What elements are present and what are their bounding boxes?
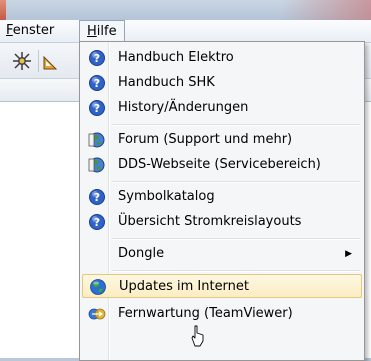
- menu-item-fernwartung[interactable]: Fernwartung (TeamViewer): [82, 302, 362, 326]
- menu-hilfe-accel: H: [87, 24, 97, 39]
- hilfe-dropdown-menu: ? Handbuch Elektro ? Handbuch SHK ? Hist…: [79, 41, 365, 361]
- menu-item-label: DDS-Webseite (Servicebereich): [118, 157, 321, 172]
- menu-item-label: History/Änderungen: [118, 100, 249, 115]
- menu-item-dongle[interactable]: Dongle ▶: [82, 242, 362, 266]
- toolbar-separator: [38, 50, 39, 72]
- globe-web-icon: [88, 132, 105, 148]
- menu-item-history[interactable]: ? History/Änderungen: [82, 96, 362, 120]
- mouse-pointer-icon: [191, 325, 204, 347]
- menu-bar: Fenster Hilfe: [0, 20, 371, 43]
- help-icon: ?: [89, 50, 105, 66]
- menu-separator: [112, 238, 360, 240]
- menu-item-handbuch-shk[interactable]: ? Handbuch SHK: [82, 71, 362, 95]
- menu-item-label: Übersicht Stromkreislayouts: [118, 214, 302, 229]
- help-icon: ?: [89, 189, 105, 205]
- menu-separator: [112, 181, 360, 183]
- window-frame-glow: [281, 0, 371, 20]
- menu-item-dds-webseite[interactable]: DDS-Webseite (Servicebereich): [82, 153, 362, 177]
- menu-item-label: Dongle: [118, 246, 165, 261]
- menu-item-symbolkatalog[interactable]: ? Symbolkatalog: [82, 185, 362, 209]
- svg-text:?: ?: [94, 216, 100, 229]
- menu-item-label: Forum (Support und mehr): [118, 132, 293, 147]
- help-icon: ?: [89, 75, 105, 91]
- menu-fenster-label: enster: [12, 23, 55, 38]
- window-frame: [0, 0, 371, 20]
- globe-web-icon: [88, 157, 105, 173]
- menu-separator: [112, 270, 360, 272]
- menu-item-forum[interactable]: Forum (Support und mehr): [82, 128, 362, 152]
- toolbar-triangle-icon[interactable]: [42, 51, 62, 71]
- submenu-arrow-icon: ▶: [345, 249, 352, 259]
- menu-item-label: Fernwartung (TeamViewer): [118, 306, 293, 321]
- svg-text:?: ?: [94, 52, 100, 65]
- menu-item-label: Updates im Internet: [119, 279, 250, 294]
- help-icon: ?: [89, 100, 105, 116]
- menu-fenster[interactable]: Fenster: [0, 20, 60, 42]
- svg-text:?: ?: [94, 77, 100, 90]
- menu-item-label: Symbolkatalog: [118, 189, 215, 204]
- svg-text:?: ?: [94, 191, 100, 204]
- help-icon: ?: [89, 214, 105, 230]
- toolbar-tool-icon[interactable]: [12, 51, 32, 71]
- menu-item-label: Handbuch SHK: [118, 75, 215, 90]
- menu-item-updates[interactable]: Updates im Internet: [82, 274, 362, 298]
- menu-hilfe[interactable]: Hilfe: [79, 20, 125, 42]
- menu-fenster-accel: F: [6, 23, 13, 38]
- menu-item-stromkreislayouts[interactable]: ? Übersicht Stromkreislayouts: [82, 210, 362, 234]
- window-frame-accent: [0, 0, 6, 20]
- globe-icon: [90, 279, 106, 295]
- menu-hilfe-label: ilfe: [96, 24, 117, 39]
- menu-item-label: Handbuch Elektro: [118, 50, 234, 65]
- menu-separator: [112, 124, 360, 126]
- teamviewer-icon: [88, 308, 106, 320]
- svg-text:?: ?: [94, 102, 100, 115]
- menu-item-handbuch-elektro[interactable]: ? Handbuch Elektro: [82, 46, 362, 70]
